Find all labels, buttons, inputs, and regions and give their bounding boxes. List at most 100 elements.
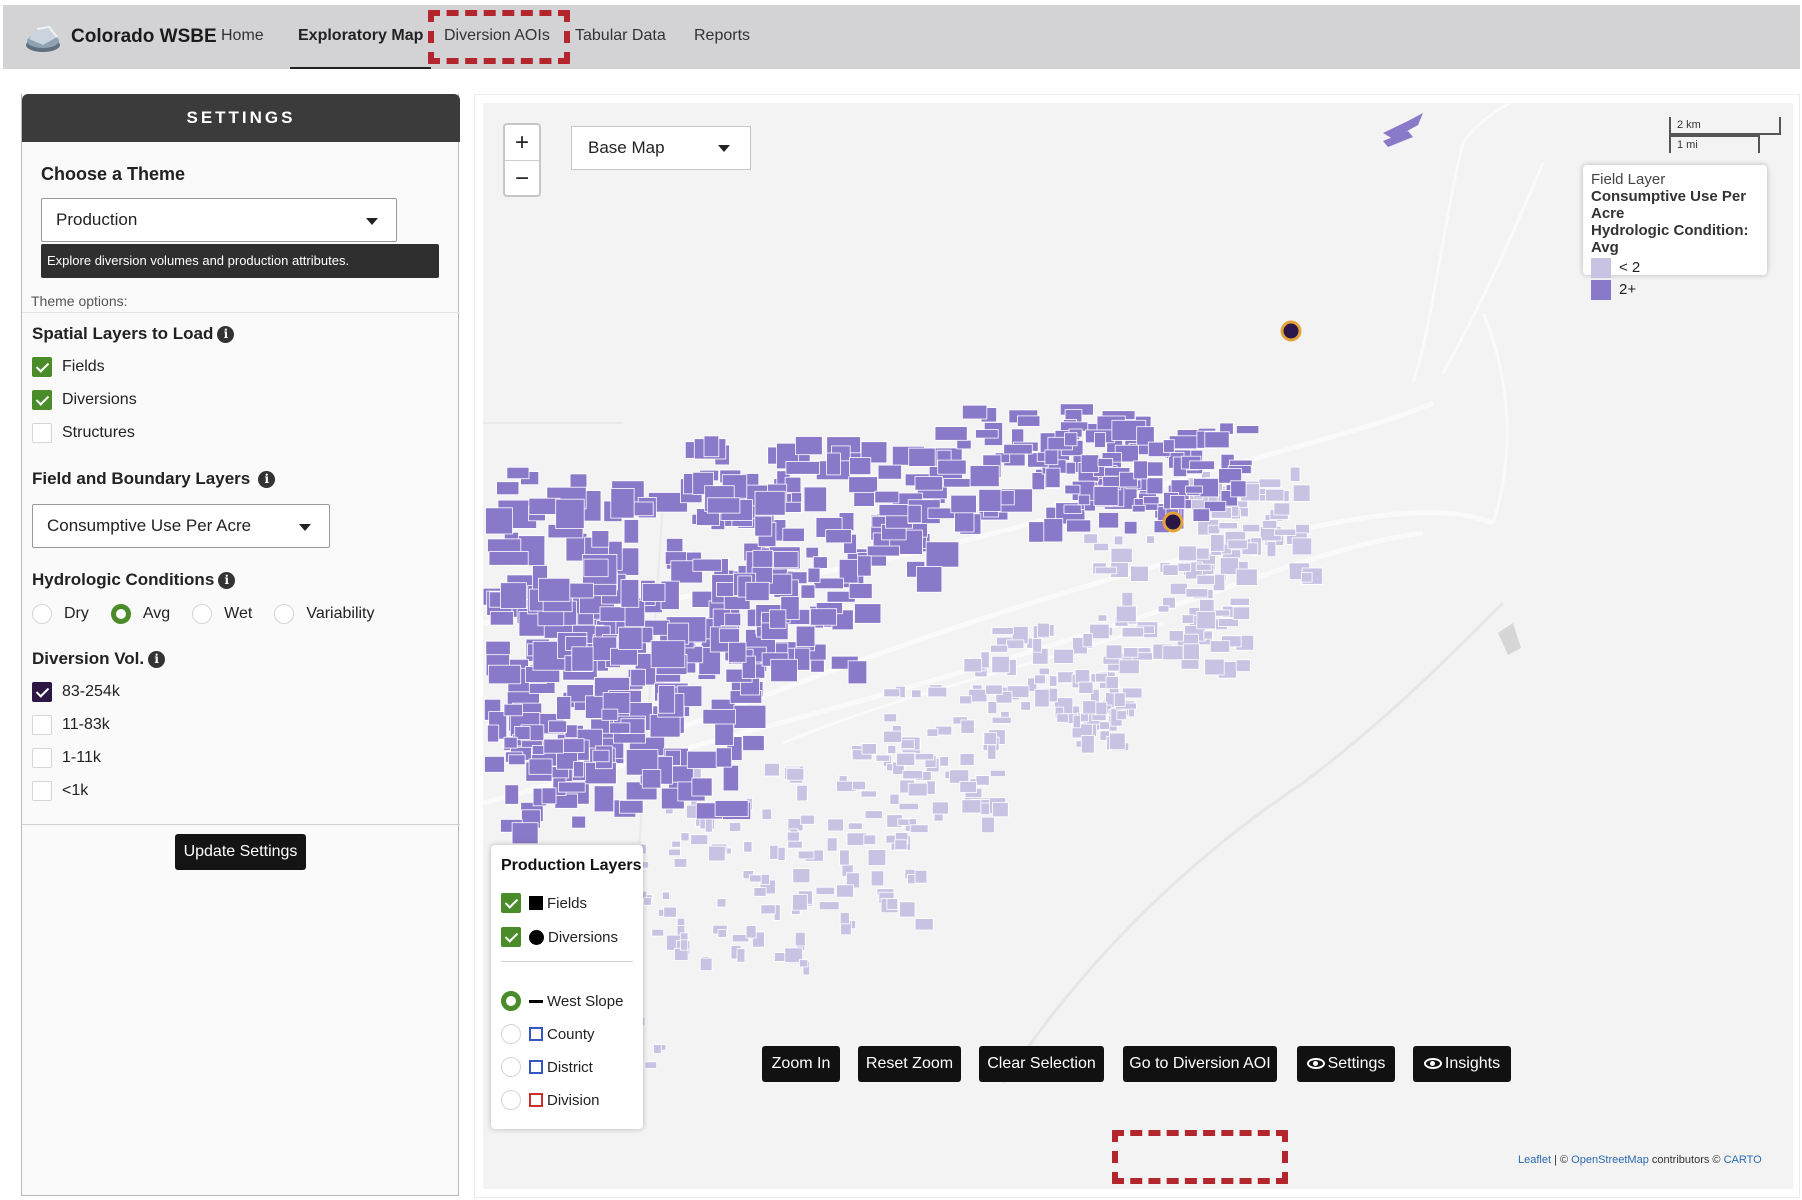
field-polygon[interactable] xyxy=(1146,535,1155,544)
field-polygon[interactable] xyxy=(883,688,901,698)
field-polygon[interactable] xyxy=(503,703,523,717)
layer-option-diversions[interactable]: Diversions xyxy=(32,389,137,411)
field-polygon[interactable] xyxy=(877,464,902,480)
insights-button[interactable]: Insights xyxy=(1413,1046,1511,1082)
field-polygon[interactable] xyxy=(875,754,890,762)
field-polygon[interactable] xyxy=(812,556,828,569)
field-polygon[interactable] xyxy=(852,780,866,791)
field-polygon[interactable] xyxy=(716,898,727,908)
field-polygon[interactable] xyxy=(769,844,779,860)
field-polygon[interactable] xyxy=(987,701,998,715)
field-polygon[interactable] xyxy=(1109,732,1126,750)
carto-link[interactable]: CARTO xyxy=(1724,1154,1762,1166)
field-polygon[interactable] xyxy=(485,507,513,535)
field-polygon[interactable] xyxy=(592,749,610,763)
field-polygon[interactable] xyxy=(1185,485,1203,494)
field-polygon[interactable] xyxy=(815,886,836,895)
field-polygon[interactable] xyxy=(728,641,747,663)
prod-layer-fields[interactable]: Fields xyxy=(501,891,587,915)
radio-variability-button[interactable] xyxy=(274,604,295,624)
field-polygon[interactable] xyxy=(601,708,619,721)
field-polygon[interactable] xyxy=(1037,622,1050,638)
field-polygon[interactable] xyxy=(1170,494,1186,509)
field-polygon[interactable] xyxy=(684,645,704,664)
divvol-1-checkbox[interactable] xyxy=(32,682,52,702)
field-polygon[interactable] xyxy=(1032,638,1043,653)
field-polygon[interactable] xyxy=(752,549,774,568)
field-polygon[interactable] xyxy=(1031,472,1046,491)
field-polygon[interactable] xyxy=(1196,610,1216,630)
field-polygon[interactable] xyxy=(907,782,928,797)
field-polygon[interactable] xyxy=(800,584,816,599)
field-polygon[interactable] xyxy=(1082,700,1097,715)
structures-checkbox[interactable] xyxy=(32,423,52,443)
field-polygon[interactable] xyxy=(1123,647,1139,658)
info-icon[interactable]: i xyxy=(218,572,236,589)
field-polygon[interactable] xyxy=(556,696,572,720)
field-polygon[interactable] xyxy=(981,816,995,834)
field-polygon[interactable] xyxy=(874,490,900,504)
fields-high-layer[interactable] xyxy=(483,113,1423,845)
field-polygon[interactable] xyxy=(531,745,545,755)
field-polygon[interactable] xyxy=(1207,524,1221,535)
field-polygon[interactable] xyxy=(795,625,816,647)
field-polygon[interactable] xyxy=(706,497,741,514)
layer-option-structures[interactable]: Structures xyxy=(32,422,135,444)
field-polygon[interactable] xyxy=(777,846,786,861)
field-polygon[interactable] xyxy=(1236,425,1260,435)
field-polygon[interactable] xyxy=(886,898,899,911)
field-polygon[interactable] xyxy=(1230,480,1247,498)
field-polygon[interactable] xyxy=(1273,502,1291,516)
field-polygon[interactable] xyxy=(1020,701,1031,711)
field-polygon[interactable] xyxy=(1097,457,1114,467)
field-polygon[interactable] xyxy=(620,579,640,608)
field-polygon[interactable] xyxy=(591,530,610,548)
info-icon[interactable]: i xyxy=(148,651,166,668)
field-polygon[interactable] xyxy=(927,686,948,698)
field-polygon[interactable] xyxy=(1163,439,1175,453)
field-polygon[interactable] xyxy=(708,845,726,862)
field-polygon[interactable] xyxy=(867,849,887,866)
field-polygon[interactable] xyxy=(989,769,1006,777)
field-polygon[interactable] xyxy=(956,439,972,450)
field-polygon[interactable] xyxy=(503,736,518,749)
nav-exploratory-map[interactable]: Exploratory Map xyxy=(290,5,432,69)
field-polygon[interactable] xyxy=(985,684,1003,695)
field-polygon[interactable] xyxy=(714,800,749,818)
field-polygon[interactable] xyxy=(1080,712,1089,723)
field-polygon[interactable] xyxy=(1082,633,1093,648)
divvol-3-checkbox[interactable] xyxy=(32,748,52,768)
field-polygon[interactable] xyxy=(787,840,803,849)
prod-diversions-checkbox[interactable] xyxy=(501,927,521,947)
field-polygon[interactable] xyxy=(641,582,666,602)
field-polygon[interactable] xyxy=(1093,542,1109,552)
info-icon[interactable]: i xyxy=(217,326,235,343)
prod-layer-diversions[interactable]: Diversions xyxy=(501,925,618,949)
field-polygon[interactable] xyxy=(1097,614,1108,622)
divvol-option-3[interactable]: 1-11k xyxy=(32,747,101,769)
field-polygon[interactable] xyxy=(883,713,897,723)
field-polygon[interactable] xyxy=(1099,721,1110,730)
field-polygon[interactable] xyxy=(887,745,897,755)
division-radio[interactable] xyxy=(501,1090,521,1110)
field-polygon[interactable] xyxy=(1057,671,1074,684)
field-polygon[interactable] xyxy=(991,802,1009,818)
field-polygon[interactable] xyxy=(1180,658,1200,670)
field-polygon[interactable] xyxy=(691,777,713,797)
radio-dry[interactable]: Dry xyxy=(32,604,89,624)
radio-dry-button[interactable] xyxy=(32,604,52,624)
field-polygon[interactable] xyxy=(1080,735,1095,754)
field-polygon[interactable] xyxy=(583,558,609,578)
field-polygon[interactable] xyxy=(736,948,746,963)
field-polygon[interactable] xyxy=(541,787,557,805)
field-polygon[interactable] xyxy=(1098,512,1119,529)
field-polygon[interactable] xyxy=(585,695,605,719)
field-polygon[interactable] xyxy=(848,583,873,599)
field-polygon[interactable] xyxy=(663,906,677,918)
field-polygon[interactable] xyxy=(680,832,690,842)
field-polygon[interactable] xyxy=(506,466,530,480)
field-polygon[interactable] xyxy=(704,817,713,833)
field-polygon[interactable] xyxy=(969,465,1000,488)
nav-diversion-aois[interactable]: Diversion AOIs xyxy=(444,5,550,69)
field-polygon[interactable] xyxy=(760,873,771,885)
